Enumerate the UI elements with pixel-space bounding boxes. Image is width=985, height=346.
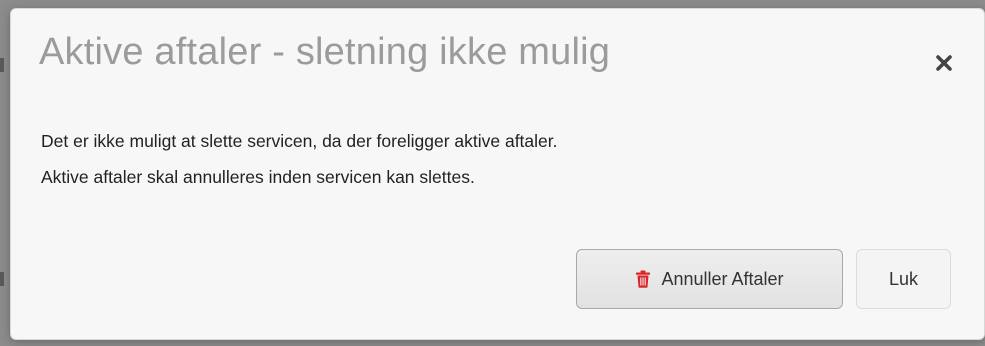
dialog-title: Aktive aftaler - sletning ikke mulig [39,31,611,73]
close-button[interactable] [934,53,954,73]
close-dialog-button[interactable]: Luk [856,249,951,309]
backdrop-edge-mark [0,58,4,72]
backdrop-edge-mark [0,272,4,286]
close-x-icon [936,55,952,71]
trash-icon [636,270,651,288]
cancel-agreements-button[interactable]: Annuller Aftaler [576,249,843,309]
dialog: Aktive aftaler - sletning ikke mulig Det… [10,8,985,340]
dialog-header: Aktive aftaler - sletning ikke mulig [11,9,984,109]
close-dialog-label: Luk [888,268,919,289]
cancel-agreements-label: Annuller Aftaler [661,268,784,289]
dialog-body: Det er ikke muligt at slette servicen, d… [41,123,954,195]
dialog-message-line: Aktive aftaler skal annulleres inden ser… [41,167,475,187]
dialog-message-line: Det er ikke muligt at slette servicen, d… [41,131,558,151]
